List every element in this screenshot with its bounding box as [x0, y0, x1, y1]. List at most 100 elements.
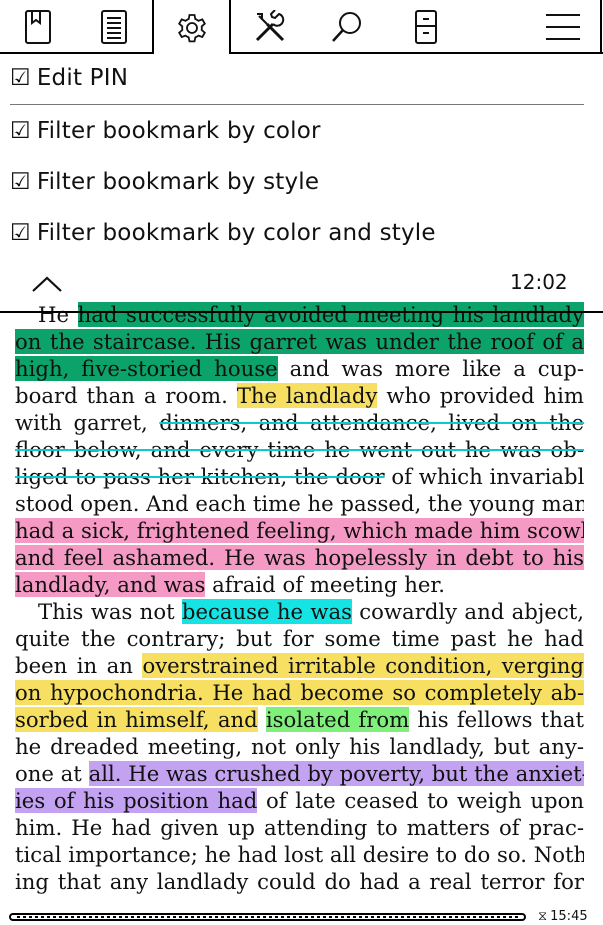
highlight-yellow: overstrained irritable condition, vergin…: [142, 653, 584, 678]
tab-contents[interactable]: [76, 0, 152, 54]
text-run: board than a room.: [15, 383, 237, 408]
menu-clock: 12:02: [510, 270, 568, 294]
text-run: of which invariably: [384, 464, 584, 489]
search-icon: [332, 12, 361, 42]
text-line: on hypochondria. He had become so comple…: [15, 679, 584, 706]
text-line: one at all. He was crushed by poverty, b…: [15, 760, 584, 787]
text-run: him. He had given up attending to matter…: [15, 815, 584, 840]
text-line: been in an overstrained irritable condit…: [15, 652, 584, 679]
highlight-pink: landlady, and was: [15, 572, 206, 597]
highlight-pink: and feel ashamed. He was hopelessly in d…: [15, 545, 584, 570]
device-icon: [415, 10, 437, 44]
highlight-green: on the staircase. His garret was under t…: [15, 329, 584, 354]
toolbar: [0, 0, 603, 54]
text-line: him. He had given up attending to matter…: [15, 814, 584, 841]
hamburger-icon: [546, 14, 580, 40]
text-line: ies of his position had of late ceased t…: [15, 787, 584, 814]
tab-bookmark[interactable]: [0, 0, 76, 54]
tabbar-border: [0, 52, 153, 54]
strikethrough-annotation: floor below, and every time he went out …: [15, 437, 584, 462]
text-run: he dreaded meeting, not only his landlad…: [15, 734, 584, 759]
text-line: He had successfully avoided meeting his …: [15, 301, 584, 328]
tab-search[interactable]: [308, 0, 386, 54]
text-line: on the staircase. His garret was under t…: [15, 328, 584, 355]
gear-icon: [177, 14, 206, 43]
text-line: quite the contrary; but for some time pa…: [15, 625, 584, 652]
checkbox-icon[interactable]: ☑: [10, 169, 31, 195]
text-line: liged to pass her kitchen, the door of w…: [15, 463, 584, 490]
checkbox-icon[interactable]: ☑: [10, 220, 31, 246]
highlight-green: high, five-storied house: [15, 356, 278, 381]
panel-edge: [600, 0, 602, 54]
tabbar-border: [229, 52, 603, 54]
contents-icon: [101, 10, 127, 44]
text-line: landlady, and was afraid of meeting her.: [15, 571, 584, 598]
text-line: high, five-storied house and was more li…: [15, 355, 584, 382]
active-tab-border: [152, 0, 154, 54]
status-clock: ⧖ 15:45: [538, 909, 588, 924]
menu-item-filter-color-style[interactable]: ☑ Filter bookmark by color and style: [10, 213, 436, 253]
text-run: his fellows that: [409, 707, 584, 732]
menu-item-label: Filter bookmark by style: [36, 169, 320, 195]
panel-bottom-border: [0, 311, 603, 313]
highlight-lime: isolated from: [265, 707, 410, 732]
tab-tools[interactable]: [231, 0, 308, 54]
chapter-markers: [17, 916, 518, 918]
checkbox-icon[interactable]: ☑: [10, 118, 31, 144]
active-tab-border: [229, 0, 231, 54]
hourglass-icon: ⧖: [538, 909, 548, 924]
text-line: ing that any landlady could do had a rea…: [15, 868, 584, 895]
highlight-cyan: because he was: [181, 599, 352, 624]
tools-icon: [255, 10, 284, 42]
reader-page[interactable]: He had successfully avoided meeting his …: [15, 301, 584, 899]
text-line: board than a room. The landlady who prov…: [15, 382, 584, 409]
text-line: had a sick, frightened feeling, which ma…: [15, 517, 584, 544]
tab-menu[interactable]: [526, 0, 600, 54]
text-line: he dreaded meeting, not only his landlad…: [15, 733, 584, 760]
menu-item-filter-style[interactable]: ☑ Filter bookmark by style: [10, 162, 319, 202]
text-run: of late ceased to weigh upon: [257, 788, 584, 813]
text-line: This was not because he was cowardly and…: [15, 598, 584, 625]
text-run: quite the contrary; but for some time pa…: [15, 626, 584, 651]
highlight-yellow: The landlady: [236, 383, 378, 408]
text-run: with garret,: [15, 410, 160, 435]
tab-device[interactable]: [386, 0, 466, 54]
divider: [10, 104, 584, 105]
status-time: 15:45: [550, 909, 588, 924]
text-run: and was more like a cup-: [277, 356, 584, 381]
text-line: with garret, dinners, and attendance, li…: [15, 409, 584, 436]
highlight-purple: ies of his position had: [15, 788, 258, 813]
menu-item-edit-pin[interactable]: ☑ Edit PIN: [10, 58, 128, 98]
text-run: [258, 707, 266, 732]
strikethrough-annotation: liged to pass her kitchen, the door: [15, 464, 385, 489]
bookmark-icon: [25, 10, 51, 44]
menu-item-label: Filter bookmark by color: [36, 118, 321, 144]
text-run: stood open. And each time he passed, the…: [15, 491, 584, 516]
strikethrough-annotation: dinners, and attendance, lived on the: [159, 410, 584, 435]
text-run: who provided him: [377, 383, 584, 408]
text-run: This was not: [38, 599, 182, 624]
text-line: and feel ashamed. He was hopelessly in d…: [15, 544, 584, 571]
highlight-pink: had a sick, frightened feeling, which ma…: [15, 518, 584, 543]
menu-item-filter-color[interactable]: ☑ Filter bookmark by color: [10, 111, 321, 151]
reading-progress-bar[interactable]: [9, 913, 526, 921]
chevron-up-icon[interactable]: [30, 270, 64, 298]
text-line: floor below, and every time he went out …: [15, 436, 584, 463]
text-run: been in an: [15, 653, 143, 678]
checkbox-icon[interactable]: ☑: [10, 65, 31, 91]
menu-item-label: Edit PIN: [36, 65, 129, 91]
text-run: ing that any landlady could do had a rea…: [15, 869, 584, 894]
tab-settings[interactable]: [154, 0, 229, 54]
text-run: afraid of meeting her.: [205, 572, 445, 597]
highlight-purple: all. He was crushed by poverty, but the …: [88, 761, 584, 786]
highlight-yellow: on hypochondria. He had become so comple…: [15, 680, 584, 705]
text-line: tical importance; he had lost all desire…: [15, 841, 584, 868]
highlight-yellow: sorbed in himself, and: [15, 707, 258, 732]
text-line: sorbed in himself, and isolated from his…: [15, 706, 584, 733]
text-run: He: [38, 302, 78, 327]
text-run: cowardly and abject,: [352, 599, 584, 624]
highlight-green: had successfully avoided meeting his lan…: [77, 302, 584, 327]
menu-item-label: Filter bookmark by color and style: [36, 220, 436, 246]
text-line: stood open. And each time he passed, the…: [15, 490, 584, 517]
text-run: one at: [15, 761, 89, 786]
